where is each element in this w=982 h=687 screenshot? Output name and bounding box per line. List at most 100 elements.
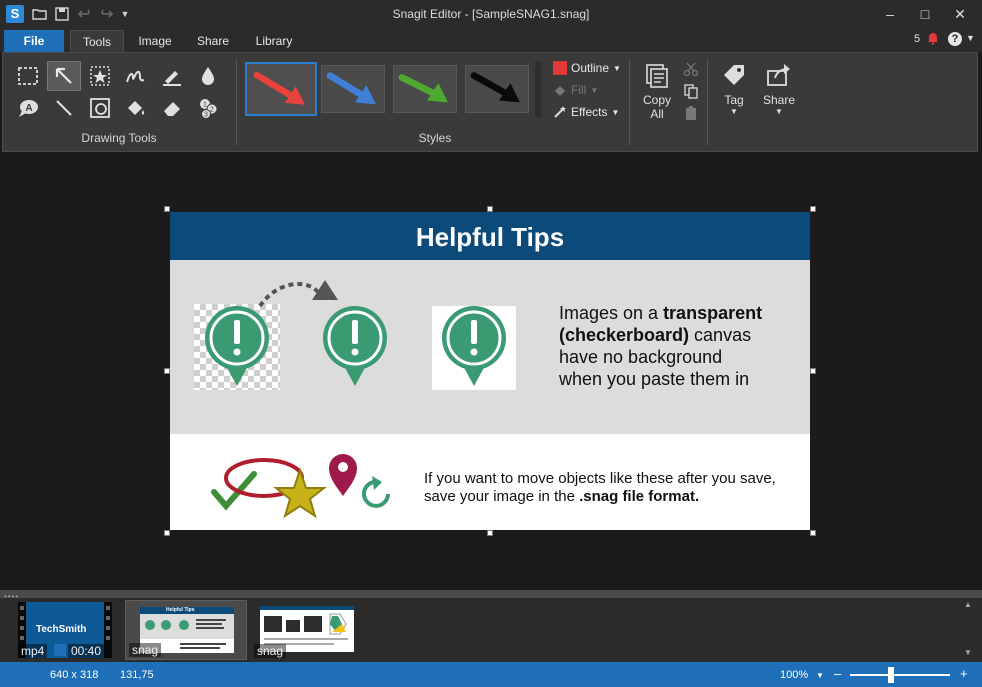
- zoom-slider-thumb[interactable]: [888, 667, 894, 683]
- svg-text:1: 1: [203, 102, 207, 109]
- chevron-down-icon: ▼: [611, 107, 620, 117]
- copy-icon[interactable]: [683, 83, 699, 99]
- tray-item-type-label: snag: [129, 643, 162, 657]
- chevron-down-icon: ▼: [590, 85, 599, 95]
- styles-label: Styles: [418, 131, 452, 145]
- snag-format-tip: If you want to move objects like these a…: [424, 470, 804, 506]
- drawing-tools-group: A 123 Drawing Tools: [3, 53, 235, 151]
- tip-text: Images on a: [559, 303, 664, 323]
- styles-gallery-scrollbar[interactable]: [535, 61, 541, 117]
- fill-bucket-tool-icon[interactable]: [119, 93, 153, 123]
- group-divider: [707, 59, 708, 145]
- tray-item-snag-selected[interactable]: Helpful Tips snag: [125, 600, 247, 660]
- image-content[interactable]: Helpful Tips Images on a transparent (ch…: [170, 212, 810, 530]
- share-button[interactable]: Share ▼: [757, 61, 801, 116]
- sample-objects-icon: [211, 454, 390, 519]
- resize-handle-se[interactable]: [810, 530, 816, 536]
- selection-tool-icon[interactable]: [11, 61, 45, 91]
- pen-tool-icon[interactable]: [119, 61, 153, 91]
- resize-handle-e[interactable]: [810, 368, 816, 374]
- minimize-button[interactable]: –: [878, 4, 902, 24]
- fill-label: Fill: [571, 83, 587, 97]
- image-header: Helpful Tips: [170, 212, 810, 260]
- zoom-slider-track[interactable]: [850, 674, 950, 676]
- bell-icon[interactable]: [926, 31, 940, 45]
- line-tool-icon[interactable]: [47, 93, 81, 123]
- resize-handle-sw[interactable]: [164, 530, 170, 536]
- svg-text:3: 3: [204, 112, 208, 119]
- style-green-arrow[interactable]: [393, 65, 457, 113]
- status-bar: 640 x 318 131,75 100% ▼ – +: [0, 662, 982, 687]
- close-button[interactable]: ✕: [948, 4, 972, 24]
- outline-color-swatch: [553, 61, 567, 75]
- help-menu-chevron-down-icon[interactable]: ▼: [966, 33, 975, 43]
- arrow-tool-icon[interactable]: [47, 61, 81, 91]
- style-black-arrow[interactable]: [465, 65, 529, 113]
- copy-all-label: Copy All: [642, 93, 671, 121]
- step-tool-icon[interactable]: 123: [191, 93, 225, 123]
- title-bar: S ▼ Snagit Editor - [SampleSNAG1.snag] –…: [0, 0, 982, 28]
- transparent-canvas-tip: Images on a transparent (checkerboard) c…: [559, 302, 799, 390]
- group-divider: [629, 59, 630, 145]
- chevron-down-icon: ▼: [613, 63, 621, 73]
- zoom-level[interactable]: 100%: [780, 669, 808, 681]
- video-badge-icon: [54, 644, 66, 656]
- tray-item-type-label: mp4: [18, 644, 48, 658]
- exclamation-pin-icon: [323, 306, 387, 386]
- tab-file[interactable]: File: [4, 30, 64, 52]
- tray-scroll-down-icon[interactable]: ▼: [964, 648, 972, 657]
- tag-chevron-down-icon: ▼: [730, 107, 738, 116]
- drawing-tools-label: Drawing Tools: [81, 131, 157, 145]
- tray-item-mp4[interactable]: TechSmith mp4 00:40: [16, 600, 114, 660]
- ribbon: A 123 Drawing Tools Styles Outline ▼ Fil…: [2, 52, 978, 152]
- tray-item-snag[interactable]: snag: [252, 600, 358, 660]
- tip-bold-text: transparent: [663, 303, 763, 323]
- fill-button[interactable]: Fill ▼: [553, 81, 598, 99]
- stamp-tool-icon[interactable]: [83, 61, 117, 91]
- snag-format-panel: If you want to move objects like these a…: [170, 434, 810, 530]
- helpful-tips-thumbnail-title: Helpful Tips: [166, 607, 195, 613]
- techsmith-logo: TechSmith: [36, 624, 87, 635]
- style-red-arrow[interactable]: [245, 62, 317, 116]
- fill-icon: [553, 83, 567, 97]
- notification-count[interactable]: 5: [914, 33, 920, 45]
- outline-button[interactable]: Outline ▼: [553, 59, 621, 77]
- outline-label: Outline: [571, 61, 610, 75]
- paste-icon[interactable]: [683, 105, 699, 121]
- eraser-tool-icon[interactable]: [155, 93, 189, 123]
- window-title: Snagit Editor - [SampleSNAG1.snag]: [392, 7, 590, 21]
- zoom-chevron-down-icon[interactable]: ▼: [816, 671, 824, 680]
- zoom-in-button[interactable]: +: [960, 666, 968, 681]
- share-label: Share: [762, 93, 796, 107]
- resize-handle-s[interactable]: [487, 530, 493, 536]
- ribbon-tabs: File Tools Image Share Library: [0, 28, 982, 52]
- curved-dotted-arrow-icon: [258, 280, 338, 308]
- cursor-position: 131,75: [120, 669, 154, 681]
- tag-button[interactable]: Tag ▼: [715, 61, 753, 116]
- effects-button[interactable]: Effects ▼: [553, 103, 619, 121]
- tray-scroll-up-icon[interactable]: ▲: [964, 600, 972, 609]
- tab-image[interactable]: Image: [130, 30, 180, 52]
- tab-tools[interactable]: Tools: [70, 30, 124, 52]
- copy-all-button[interactable]: Copy All: [637, 61, 677, 121]
- effects-label: Effects: [571, 105, 608, 119]
- resize-handle-ne[interactable]: [810, 206, 816, 212]
- exclamation-pin-icon: [442, 306, 506, 386]
- group-divider: [236, 59, 237, 145]
- highlighter-tool-icon[interactable]: [155, 61, 189, 91]
- cut-icon[interactable]: [683, 61, 699, 77]
- style-blue-arrow[interactable]: [321, 65, 385, 113]
- effects-wand-icon: [553, 105, 567, 119]
- fill-drop-tool-icon[interactable]: [191, 61, 225, 91]
- tray-splitter[interactable]: [0, 590, 982, 598]
- help-icon[interactable]: ?: [948, 32, 962, 46]
- tip-text: when you paste them in: [559, 369, 750, 389]
- callout-tool-icon[interactable]: A: [11, 93, 45, 123]
- svg-text:A: A: [25, 103, 32, 114]
- zoom-out-button[interactable]: –: [834, 666, 841, 681]
- maximize-button[interactable]: □: [913, 4, 937, 24]
- tab-library[interactable]: Library: [248, 30, 300, 52]
- shape-tool-icon[interactable]: [83, 93, 117, 123]
- svg-text:2: 2: [210, 107, 214, 114]
- tab-share[interactable]: Share: [188, 30, 238, 52]
